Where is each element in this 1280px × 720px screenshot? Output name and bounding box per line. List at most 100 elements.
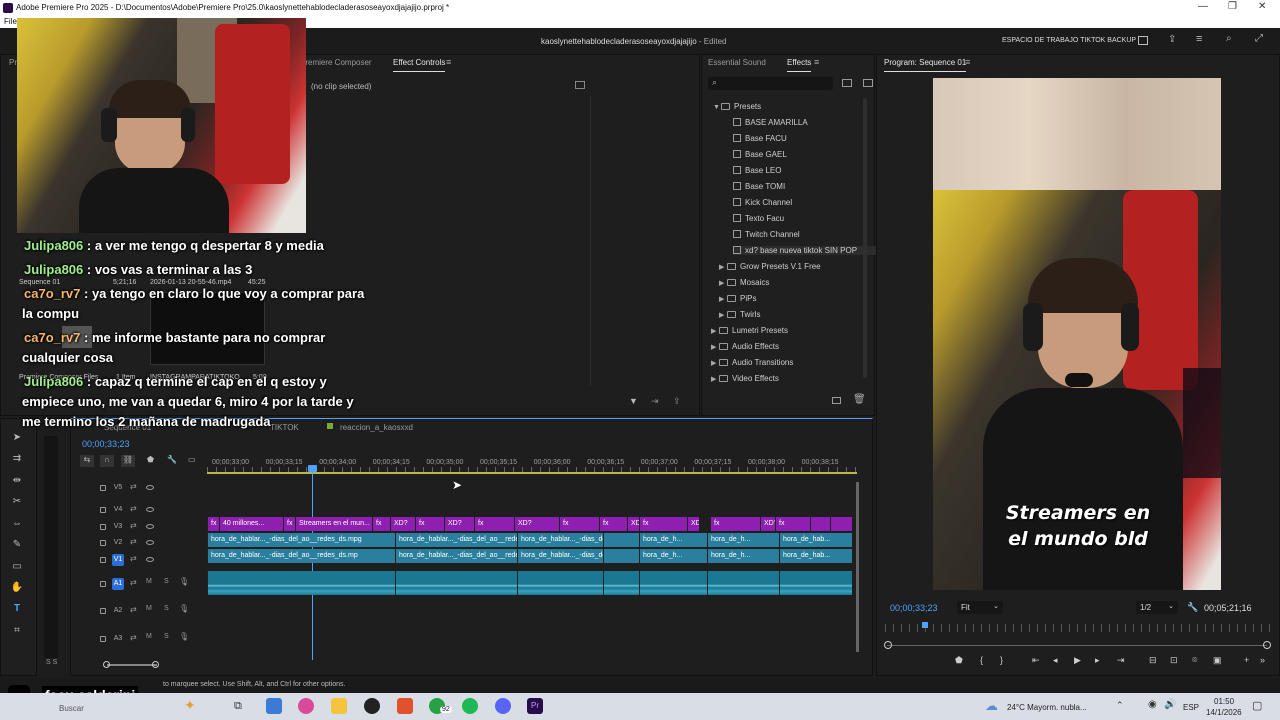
v3-clip[interactable]: fx	[639, 517, 687, 531]
spotify-icon[interactable]	[462, 698, 478, 714]
captions-icon[interactable]: ▭	[188, 455, 196, 464]
a1-clip[interactable]	[517, 571, 603, 595]
settings-wrench-icon[interactable]: 🔧	[1187, 602, 1198, 613]
weather-text[interactable]: 24°C Mayorm. nubla...	[1007, 703, 1087, 712]
mark-in-icon[interactable]: {	[980, 655, 983, 665]
tab-effects[interactable]: Effects	[787, 58, 812, 72]
effects-preset-item[interactable]: Base GAEL	[733, 150, 787, 159]
program-mini-ruler[interactable]	[885, 624, 1270, 632]
a1-clip[interactable]	[639, 571, 707, 595]
overflow-icon[interactable]: »	[1260, 655, 1265, 665]
v3-clip[interactable]	[830, 517, 852, 531]
timeline-scrollbar[interactable]	[107, 664, 157, 666]
list-icon[interactable]: ≡	[1196, 33, 1202, 45]
track-header[interactable]: V5 ⇄	[80, 480, 205, 496]
export-frame-icon[interactable]: ⇥	[651, 396, 659, 407]
program-monitor-title[interactable]: Program: Sequence 01	[884, 58, 967, 72]
v3-clip[interactable]: Streamers en el mun...	[295, 517, 372, 531]
track-header[interactable]: V3 ⇄	[80, 519, 205, 535]
lock-icon[interactable]	[100, 507, 106, 513]
effects-folder-item[interactable]: ▶ Video Effects	[711, 374, 779, 383]
v2-clip[interactable]: hora_de_h...	[639, 533, 707, 547]
track-header[interactable]: A2 ⇄ M S 🎙	[80, 603, 205, 619]
yuv-effects-icon[interactable]	[863, 79, 873, 87]
lock-icon[interactable]	[100, 540, 106, 546]
tab-partial[interactable]: Pr	[9, 58, 17, 67]
menu-file[interactable]: File	[4, 17, 17, 26]
play-icon[interactable]: ▶	[1074, 655, 1081, 666]
captions-tool-icon[interactable]: ⌗	[10, 624, 24, 638]
accelerated-effects-icon[interactable]	[842, 79, 852, 87]
toggle-timeline-icon[interactable]	[575, 81, 585, 89]
effects-preset-item[interactable]: Twitch Channel	[733, 230, 800, 239]
mic-icon[interactable]: 🎙	[179, 604, 189, 613]
v3-clip[interactable]: fx	[710, 517, 760, 531]
filter-icon[interactable]: ▼	[629, 396, 638, 406]
brave-icon[interactable]	[397, 698, 413, 714]
v2-clip[interactable]: hora_de_h...	[707, 533, 779, 547]
track-label[interactable]: A1	[112, 578, 124, 590]
lock-icon[interactable]	[100, 608, 106, 614]
snap-icon[interactable]: ∩	[100, 455, 114, 467]
effects-preset-item[interactable]: Texto Facu	[733, 214, 784, 223]
timeline-settings-icon[interactable]: 🔧	[167, 455, 177, 464]
taskbar-search[interactable]: Buscar	[59, 704, 84, 713]
program-menu-icon[interactable]: ≡	[965, 57, 970, 67]
a1-clip[interactable]	[207, 571, 395, 595]
discord-icon[interactable]	[495, 698, 511, 714]
effects-preset-item[interactable]: Base TOMI	[733, 182, 785, 191]
track-header[interactable]: V2 ⇄	[80, 535, 205, 551]
add-marker-icon[interactable]: ⬟	[147, 455, 154, 464]
effects-search-input[interactable]: ⌕	[708, 77, 833, 90]
selection-tool-icon[interactable]: ➤	[10, 431, 24, 445]
widgets-icon[interactable]: ✦	[184, 697, 196, 714]
v2-clip[interactable]: hora_de_hablar..._-dias_del_ao__redes_ds…	[517, 533, 603, 547]
delete-icon[interactable]: 🗑	[853, 394, 866, 405]
track-label[interactable]: V4	[112, 504, 124, 516]
ripple-edit-icon[interactable]: ⇹	[10, 474, 24, 488]
pen-tool-icon[interactable]: ✎	[10, 538, 24, 552]
effects-menu-icon[interactable]: ≡	[814, 57, 819, 67]
effects-folder-item[interactable]: ▶ Lumetri Presets	[711, 326, 788, 335]
v3-clip[interactable]: fx	[372, 517, 390, 531]
notification-icon[interactable]: ▢	[1252, 699, 1262, 712]
a1-clip[interactable]	[779, 571, 852, 595]
mic-icon[interactable]: 🎙	[179, 577, 189, 586]
restore-button[interactable]: ❐	[1228, 1, 1237, 12]
premiere-icon[interactable]: Pr	[527, 698, 543, 714]
effects-preset-item[interactable]: BASE AMARILLA	[733, 118, 808, 127]
minimize-button[interactable]: —	[1198, 1, 1208, 12]
add-marker-icon[interactable]: ⬟	[955, 655, 963, 666]
compare-view-icon[interactable]: ▣	[1213, 655, 1222, 666]
v1-clip[interactable]: hora_de_hablar..._-dias_del_ao__redes_ds…	[517, 549, 603, 563]
effects-folder-item[interactable]: ▶ PiPs	[719, 294, 756, 303]
eye-icon[interactable]	[146, 485, 154, 490]
linked-selection-icon[interactable]: ⛓	[121, 455, 135, 467]
v2-clip[interactable]: hora_de_hablar..._-dias_del_ao__redes_ds…	[395, 533, 517, 547]
lock-icon[interactable]	[100, 524, 106, 530]
eye-icon[interactable]	[146, 540, 154, 545]
fit-select[interactable]: Fit ⌄	[957, 601, 1003, 614]
timeline-timecode[interactable]: 00;00;33;23	[82, 439, 130, 449]
sync-lock-icon[interactable]: ⇄	[130, 521, 137, 530]
scroll-handle-left[interactable]	[103, 661, 110, 668]
obs-icon[interactable]	[364, 698, 380, 714]
mute-button[interactable]: M	[146, 633, 152, 640]
v3-clip[interactable]: fx	[207, 517, 219, 531]
v1-clip[interactable]: hora_de_h...	[707, 549, 779, 563]
sync-lock-icon[interactable]: ⇄	[130, 482, 137, 491]
effects-folder-item[interactable]: ▶ Mosaics	[719, 278, 769, 287]
v3-clip[interactable]: XD?	[687, 517, 699, 531]
track-label[interactable]: A3	[112, 633, 124, 645]
language-indicator[interactable]: ESP	[1183, 703, 1199, 712]
export-frame-icon[interactable]: ⌾	[1192, 655, 1197, 666]
playhead-handle[interactable]	[308, 465, 317, 472]
sync-lock-icon[interactable]: ⇄	[130, 554, 137, 563]
playhead-line[interactable]	[312, 466, 313, 660]
step-forward-icon[interactable]: ▸	[1095, 655, 1100, 666]
type-tool-icon[interactable]: T	[10, 602, 24, 616]
track-label[interactable]: V3	[112, 521, 124, 533]
share-icon[interactable]: ⇪	[1168, 34, 1176, 45]
track-select-icon[interactable]: ⇉	[10, 452, 24, 466]
tab-premiere-composer[interactable]: Premiere Composer	[300, 58, 372, 67]
